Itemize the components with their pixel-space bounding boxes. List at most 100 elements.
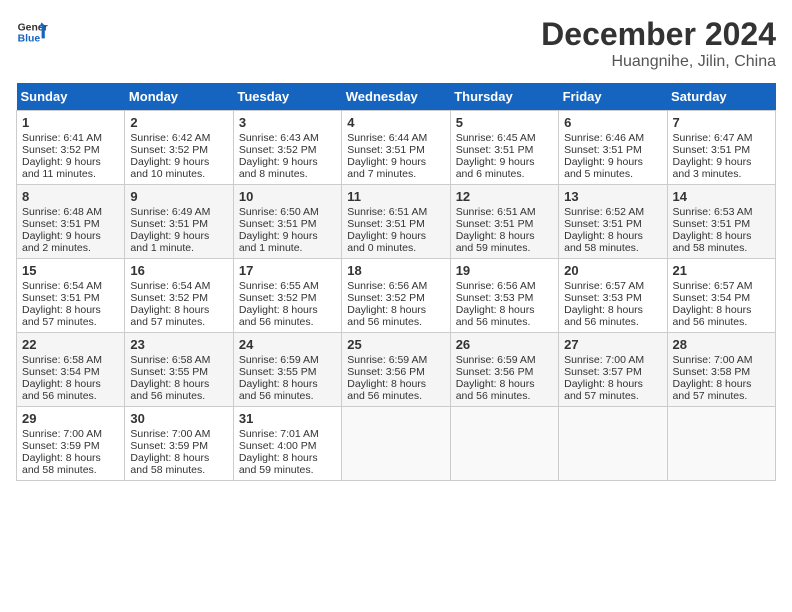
day-info-line: Sunset: 3:58 PM	[673, 366, 770, 378]
weekday-header-thursday: Thursday	[450, 83, 558, 111]
day-info-line: and 56 minutes.	[22, 390, 119, 402]
day-info-line: Sunrise: 6:59 AM	[347, 354, 444, 366]
day-info-line: Daylight: 8 hours	[347, 304, 444, 316]
day-info-line: Sunset: 3:52 PM	[347, 292, 444, 304]
day-info-line: Daylight: 9 hours	[564, 156, 661, 168]
calendar-cell: 23Sunrise: 6:58 AMSunset: 3:55 PMDayligh…	[125, 333, 233, 407]
location: Huangnihe, Jilin, China	[541, 53, 776, 71]
day-info-line: Sunset: 3:52 PM	[239, 292, 336, 304]
day-info-line: Sunrise: 6:47 AM	[673, 132, 770, 144]
day-number: 23	[130, 337, 227, 352]
calendar-cell: 21Sunrise: 6:57 AMSunset: 3:54 PMDayligh…	[667, 259, 775, 333]
calendar-cell: 19Sunrise: 6:56 AMSunset: 3:53 PMDayligh…	[450, 259, 558, 333]
day-info-line: Daylight: 9 hours	[130, 230, 227, 242]
day-info-line: and 57 minutes.	[130, 316, 227, 328]
day-info-line: Sunset: 3:51 PM	[347, 144, 444, 156]
day-number: 15	[22, 263, 119, 278]
day-info-line: Daylight: 8 hours	[347, 378, 444, 390]
calendar-cell: 11Sunrise: 6:51 AMSunset: 3:51 PMDayligh…	[342, 185, 450, 259]
day-info-line: Sunrise: 7:00 AM	[673, 354, 770, 366]
day-info-line: Sunset: 3:51 PM	[456, 218, 553, 230]
day-info-line: Sunset: 3:51 PM	[130, 218, 227, 230]
day-info-line: Daylight: 8 hours	[239, 378, 336, 390]
day-info-line: Sunset: 3:54 PM	[22, 366, 119, 378]
calendar-cell: 4Sunrise: 6:44 AMSunset: 3:51 PMDaylight…	[342, 111, 450, 185]
day-info-line: Sunrise: 6:57 AM	[564, 280, 661, 292]
day-number: 11	[347, 189, 444, 204]
calendar-cell	[342, 407, 450, 481]
day-info-line: Sunrise: 6:41 AM	[22, 132, 119, 144]
logo: General Blue	[16, 16, 52, 48]
day-info-line: Daylight: 9 hours	[347, 156, 444, 168]
day-info-line: Sunset: 4:00 PM	[239, 440, 336, 452]
page-header: General Blue December 2024 Huangnihe, Ji…	[16, 16, 776, 71]
day-info-line: Sunset: 3:51 PM	[456, 144, 553, 156]
day-info-line: Sunrise: 7:00 AM	[130, 428, 227, 440]
day-info-line: Sunrise: 6:44 AM	[347, 132, 444, 144]
day-info-line: Sunrise: 6:52 AM	[564, 206, 661, 218]
calendar-cell: 31Sunrise: 7:01 AMSunset: 4:00 PMDayligh…	[233, 407, 341, 481]
day-info-line: Sunset: 3:53 PM	[564, 292, 661, 304]
day-number: 22	[22, 337, 119, 352]
day-info-line: Sunrise: 6:58 AM	[22, 354, 119, 366]
calendar-cell: 25Sunrise: 6:59 AMSunset: 3:56 PMDayligh…	[342, 333, 450, 407]
day-info-line: Sunrise: 6:54 AM	[130, 280, 227, 292]
title-block: December 2024 Huangnihe, Jilin, China	[541, 16, 776, 71]
day-info-line: Sunrise: 6:59 AM	[239, 354, 336, 366]
day-number: 16	[130, 263, 227, 278]
day-info-line: and 1 minute.	[239, 242, 336, 254]
day-number: 12	[456, 189, 553, 204]
day-info-line: Daylight: 9 hours	[22, 156, 119, 168]
svg-text:Blue: Blue	[18, 34, 41, 45]
day-info-line: Sunset: 3:57 PM	[564, 366, 661, 378]
day-info-line: Daylight: 8 hours	[22, 304, 119, 316]
day-info-line: Daylight: 8 hours	[564, 304, 661, 316]
day-number: 3	[239, 115, 336, 130]
day-info-line: and 3 minutes.	[673, 168, 770, 180]
day-info-line: Sunrise: 6:42 AM	[130, 132, 227, 144]
calendar-cell: 5Sunrise: 6:45 AMSunset: 3:51 PMDaylight…	[450, 111, 558, 185]
day-number: 6	[564, 115, 661, 130]
weekday-header-friday: Friday	[559, 83, 667, 111]
day-info-line: Daylight: 9 hours	[673, 156, 770, 168]
weekday-header-row: SundayMondayTuesdayWednesdayThursdayFrid…	[17, 83, 776, 111]
logo-icon: General Blue	[16, 16, 48, 48]
day-info-line: Sunset: 3:51 PM	[673, 144, 770, 156]
day-info-line: Sunrise: 6:51 AM	[456, 206, 553, 218]
day-info-line: and 58 minutes.	[564, 242, 661, 254]
calendar-cell	[450, 407, 558, 481]
weekday-header-tuesday: Tuesday	[233, 83, 341, 111]
weekday-header-monday: Monday	[125, 83, 233, 111]
day-info-line: and 57 minutes.	[22, 316, 119, 328]
calendar-cell: 15Sunrise: 6:54 AMSunset: 3:51 PMDayligh…	[17, 259, 125, 333]
day-number: 7	[673, 115, 770, 130]
day-info-line: Sunrise: 7:01 AM	[239, 428, 336, 440]
day-info-line: Daylight: 9 hours	[239, 230, 336, 242]
day-number: 25	[347, 337, 444, 352]
day-info-line: Sunset: 3:52 PM	[239, 144, 336, 156]
day-info-line: Daylight: 8 hours	[673, 304, 770, 316]
day-number: 2	[130, 115, 227, 130]
calendar-cell: 18Sunrise: 6:56 AMSunset: 3:52 PMDayligh…	[342, 259, 450, 333]
day-info-line: and 56 minutes.	[347, 390, 444, 402]
day-info-line: Daylight: 8 hours	[456, 304, 553, 316]
day-info-line: Daylight: 9 hours	[456, 156, 553, 168]
day-info-line: and 57 minutes.	[673, 390, 770, 402]
day-info-line: Sunset: 3:52 PM	[130, 144, 227, 156]
day-info-line: Daylight: 8 hours	[456, 230, 553, 242]
day-info-line: Sunset: 3:59 PM	[22, 440, 119, 452]
day-info-line: Daylight: 8 hours	[564, 230, 661, 242]
day-info-line: Daylight: 8 hours	[456, 378, 553, 390]
calendar-cell: 17Sunrise: 6:55 AMSunset: 3:52 PMDayligh…	[233, 259, 341, 333]
day-info-line: Daylight: 8 hours	[22, 378, 119, 390]
day-number: 10	[239, 189, 336, 204]
week-row-3: 15Sunrise: 6:54 AMSunset: 3:51 PMDayligh…	[17, 259, 776, 333]
month-title: December 2024	[541, 16, 776, 53]
calendar-cell: 29Sunrise: 7:00 AMSunset: 3:59 PMDayligh…	[17, 407, 125, 481]
calendar-cell: 7 Sunrise: 6:47 AMSunset: 3:51 PMDaylight…	[667, 111, 775, 185]
day-number: 21	[673, 263, 770, 278]
day-number: 26	[456, 337, 553, 352]
day-info-line: Sunrise: 6:59 AM	[456, 354, 553, 366]
day-info-line: Daylight: 9 hours	[22, 230, 119, 242]
day-info-line: Sunset: 3:59 PM	[130, 440, 227, 452]
